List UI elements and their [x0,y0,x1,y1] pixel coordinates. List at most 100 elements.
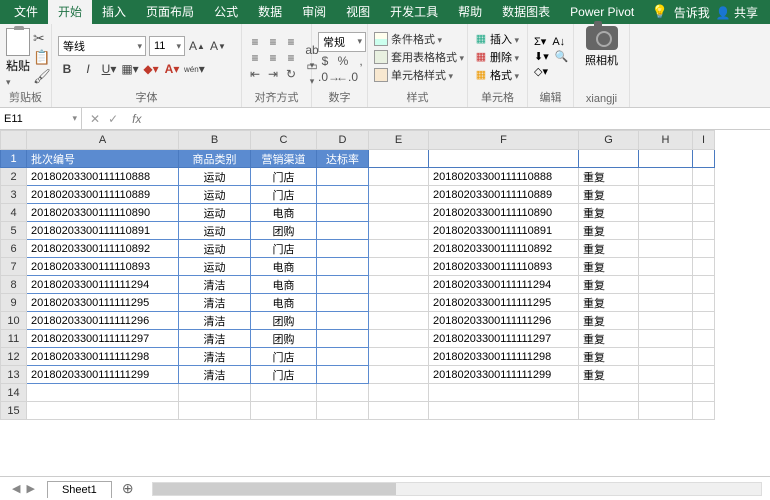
percent-icon[interactable]: % [336,54,350,68]
cell[interactable] [317,276,369,294]
italic-button[interactable]: I [79,59,97,79]
cell[interactable] [693,312,715,330]
cell[interactable]: 运动 [179,186,251,204]
cell[interactable]: 重复 [579,168,639,186]
col-header-G[interactable]: G [579,131,639,150]
cell[interactable] [317,330,369,348]
cell[interactable] [693,384,715,402]
col-header-F[interactable]: F [429,131,579,150]
cell[interactable] [579,384,639,402]
cell[interactable]: 20180203300111111299 [27,366,179,384]
cell[interactable]: 20180203300111111299 [429,366,579,384]
name-box[interactable]: E11▾ [0,108,82,129]
cell[interactable]: 门店 [251,168,317,186]
cell[interactable]: 门店 [251,240,317,258]
cell[interactable] [369,258,429,276]
align-middle-icon[interactable]: ≡ [266,35,280,49]
cell[interactable] [251,384,317,402]
bold-button[interactable]: B [58,59,76,79]
cell[interactable] [317,366,369,384]
cell[interactable]: 20180203300111111296 [27,312,179,330]
cell[interactable] [369,276,429,294]
cell[interactable]: 清洁 [179,366,251,384]
table-header-cell[interactable]: 商品类别 [179,150,251,168]
cell[interactable] [369,222,429,240]
tell-me[interactable]: 告诉我 [674,4,710,21]
row-header-6[interactable]: 6 [1,240,27,258]
table-header-cell[interactable]: 达标率 [317,150,369,168]
sheet-nav-next-icon[interactable]: ▶ [26,482,34,495]
cell[interactable]: 团购 [251,330,317,348]
cell[interactable] [369,330,429,348]
cell[interactable] [369,348,429,366]
table-header-cell[interactable]: 批次编号 [27,150,179,168]
number-format-combo[interactable]: 常规 [318,32,366,52]
cell[interactable] [317,294,369,312]
cell[interactable] [317,222,369,240]
cell[interactable]: 运动 [179,240,251,258]
tab-developer[interactable]: 开发工具 [380,0,448,24]
tab-pagelayout[interactable]: 页面布局 [136,0,204,24]
conditional-format-button[interactable]: 条件格式 [374,31,464,47]
indent-increase-icon[interactable]: ⇥ [266,67,280,81]
cell[interactable]: 重复 [579,186,639,204]
fx-icon[interactable]: fx [126,112,147,126]
col-header-E[interactable]: E [369,131,429,150]
tab-home[interactable]: 开始 [48,0,92,24]
cell[interactable] [317,384,369,402]
cell[interactable]: 20180203300111110890 [27,204,179,222]
cell[interactable]: 电商 [251,204,317,222]
cell[interactable] [693,402,715,420]
cell[interactable] [369,240,429,258]
cell[interactable]: 20180203300111111296 [429,312,579,330]
col-header-D[interactable]: D [317,131,369,150]
row-header-15[interactable]: 15 [1,402,27,420]
cell[interactable] [317,402,369,420]
row-header-4[interactable]: 4 [1,204,27,222]
cell[interactable] [369,402,429,420]
cell[interactable]: 重复 [579,366,639,384]
cell[interactable]: 重复 [579,276,639,294]
select-all-corner[interactable] [1,131,27,150]
col-header-H[interactable]: H [639,131,693,150]
spreadsheet-grid[interactable]: ABCDEFGHI1批次编号商品类别营销渠道达标率220180203300111… [0,130,770,476]
cell[interactable] [317,204,369,222]
cell[interactable] [27,402,179,420]
cell[interactable]: 电商 [251,258,317,276]
cell[interactable]: 20180203300111111294 [27,276,179,294]
cell[interactable]: 重复 [579,204,639,222]
cell[interactable] [369,384,429,402]
tab-formulas[interactable]: 公式 [204,0,248,24]
horizontal-scrollbar[interactable] [152,482,762,496]
increase-font-icon[interactable]: A▲ [188,36,206,56]
cell[interactable]: 20180203300111111298 [27,348,179,366]
format-painter-icon[interactable]: 🖌 [33,68,51,85]
sort-a-icon[interactable]: A↓ [552,36,565,48]
cell[interactable]: 20180203300111110891 [429,222,579,240]
col-header-I[interactable]: I [693,131,715,150]
row-header-9[interactable]: 9 [1,294,27,312]
cell[interactable]: 重复 [579,294,639,312]
cell[interactable]: 20180203300111110891 [27,222,179,240]
cell[interactable]: 20180203300111110888 [27,168,179,186]
cell[interactable]: 重复 [579,312,639,330]
cell[interactable]: 重复 [579,348,639,366]
border-button[interactable]: ▦▾ [121,59,139,79]
cell[interactable] [693,294,715,312]
paste-button[interactable]: 粘贴 [6,28,30,88]
font-name-combo[interactable]: 等线 [58,36,146,56]
cell[interactable]: 门店 [251,186,317,204]
cell[interactable]: 重复 [579,258,639,276]
underline-button[interactable]: U▾ [100,59,118,79]
increase-decimal-icon[interactable]: .0→ [318,70,332,84]
cell[interactable] [693,222,715,240]
row-header-13[interactable]: 13 [1,366,27,384]
cancel-formula-icon[interactable]: ✕ [90,112,100,126]
cell[interactable]: 20180203300111110893 [429,258,579,276]
cell[interactable] [317,312,369,330]
tab-review[interactable]: 审阅 [292,0,336,24]
align-center-icon[interactable]: ≡ [266,51,280,65]
cell[interactable] [693,330,715,348]
autosum-icon[interactable]: Σ▾ [534,35,546,48]
cell[interactable] [639,348,693,366]
